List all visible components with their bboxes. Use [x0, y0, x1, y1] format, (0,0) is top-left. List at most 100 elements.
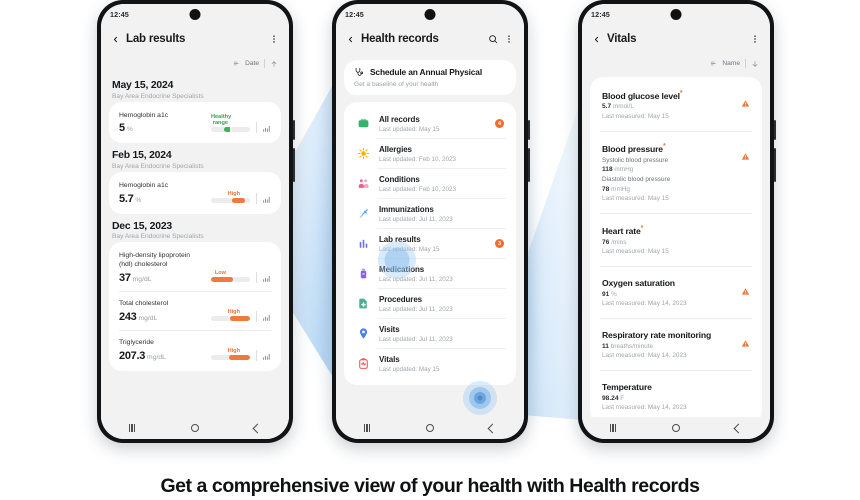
- lab-result-gauge-wrap: High: [211, 191, 250, 205]
- lab-result-info: Hemoglobin a1c 5%: [119, 112, 205, 135]
- record-category-row[interactable]: Allergies Last updated: Feb 10, 2023: [354, 139, 506, 168]
- lab-result-card[interactable]: Hemoglobin a1c 5% Healthy range: [109, 101, 281, 144]
- chevron-left-icon[interactable]: [592, 35, 601, 44]
- more-vertical-icon[interactable]: [269, 34, 279, 44]
- lab-result-unit: mg/dL: [147, 354, 166, 362]
- recents-icon[interactable]: [363, 424, 371, 432]
- stethoscope-icon: [354, 67, 364, 77]
- sort-controls[interactable]: Date: [101, 54, 289, 73]
- vital-row[interactable]: Heart rate* 76 /mins Last measured: May 15: [600, 219, 752, 261]
- vital-row[interactable]: Blood glucose level* 5.7 mmol/L Last measu…: [600, 84, 752, 126]
- recents-icon[interactable]: [128, 424, 136, 432]
- gauge-fill: [229, 316, 250, 322]
- home-icon[interactable]: [425, 423, 435, 433]
- lab-result-value: 5.7: [119, 192, 134, 205]
- vital-name: Heart rate: [602, 226, 641, 237]
- lab-result-card[interactable]: High-density lipoprotein (hdl) cholester…: [109, 242, 281, 372]
- vital-row[interactable]: Temperature 98.24 F Last measured: May 14,…: [600, 376, 752, 417]
- vital-row[interactable]: Respiratory rate monitoring 11 breaths/mi…: [600, 324, 752, 365]
- back-icon[interactable]: [733, 423, 744, 433]
- record-category-list[interactable]: All records Last updated: May 15 4 Allergie…: [344, 102, 516, 385]
- vital-row[interactable]: Oxygen saturation 91 % Last measured: May …: [600, 272, 752, 313]
- bar-chart-icon[interactable]: [262, 352, 271, 361]
- lab-results-list[interactable]: May 15, 2024 Bay Area Endocrine Specialis…: [101, 73, 289, 417]
- record-category-name: Medications: [379, 264, 425, 274]
- more-vertical-icon[interactable]: [504, 34, 514, 44]
- record-category-row[interactable]: Medications Last updated: Jul 11, 2023: [354, 259, 506, 288]
- home-icon[interactable]: [671, 423, 681, 433]
- procedures-icon: [356, 296, 371, 311]
- status-bar: 12:45: [582, 4, 770, 24]
- record-category-row[interactable]: Conditions Last updated: Feb 10, 2023: [354, 169, 506, 198]
- volume-button[interactable]: [293, 148, 295, 182]
- lab-result-trend[interactable]: [256, 350, 271, 362]
- android-nav-bar: [336, 417, 524, 439]
- record-category-row[interactable]: Immunizations Last updated: Jul 11, 2023: [354, 199, 506, 228]
- lab-result-row[interactable]: Hemoglobin a1c 5.7% High: [119, 179, 271, 207]
- volume-button[interactable]: [528, 148, 530, 182]
- lab-result-row[interactable]: Hemoglobin a1c 5% Healthy range: [119, 109, 271, 137]
- sort-icon[interactable]: [710, 60, 717, 67]
- vital-row[interactable]: Blood pressure* Systolic blood pressure 11…: [600, 137, 752, 208]
- vitals-list[interactable]: Blood glucose level* 5.7 mmol/L Last measu…: [590, 77, 762, 417]
- lab-result-value-wrap: 207.3 mg/dL: [119, 350, 205, 362]
- lab-result-trend[interactable]: [256, 272, 271, 284]
- record-category-row[interactable]: Visits Last updated: Jul 11, 2023: [354, 319, 506, 348]
- warning-triangle-icon: [741, 99, 750, 108]
- lab-result-trend[interactable]: [256, 311, 271, 323]
- recents-icon[interactable]: [609, 424, 617, 432]
- bar-chart-icon[interactable]: [262, 124, 271, 133]
- vital-name: Blood pressure: [602, 143, 663, 154]
- sort-icon[interactable]: [233, 60, 240, 67]
- volume-button[interactable]: [774, 148, 776, 182]
- chevron-left-icon[interactable]: [111, 35, 120, 44]
- lab-result-value: 37: [119, 272, 131, 285]
- warning-triangle-icon: [741, 152, 750, 161]
- lab-result-trend[interactable]: [256, 122, 271, 134]
- bar-chart-icon[interactable]: [262, 313, 271, 322]
- search-icon[interactable]: [488, 34, 498, 44]
- power-button[interactable]: [293, 120, 295, 140]
- arrow-up-icon[interactable]: [270, 60, 278, 68]
- record-category-row[interactable]: Procedures Last updated: Jul 11, 2023: [354, 289, 506, 318]
- gauge-fill: [211, 277, 234, 283]
- promo-card[interactable]: Schedule an Annual Physical Get a baseli…: [344, 60, 516, 95]
- screen-vitals: 12:45 Vitals Name Blood glucose level* 5…: [582, 4, 770, 439]
- sort-divider: [745, 59, 746, 68]
- lab-result-row[interactable]: Triglyceride 207.3 mg/dL High: [119, 336, 271, 364]
- record-category-name: Procedures: [379, 294, 423, 304]
- back-icon[interactable]: [252, 423, 263, 433]
- lab-result-range-tag: High: [227, 309, 240, 316]
- promo-composition: 12:45 Lab results Date May 15, 2024 Bay …: [0, 0, 860, 500]
- record-category-row[interactable]: Vitals Last updated: May 15: [354, 349, 506, 378]
- more-vertical-icon[interactable]: [750, 34, 760, 44]
- lab-result-name: High-density lipoprotein (hdl) cholester…: [119, 252, 191, 269]
- lab-result-card[interactable]: Hemoglobin a1c 5.7% High: [109, 171, 281, 214]
- record-category-updated: Last updated: Jul 11, 2023: [379, 305, 453, 313]
- record-category-row[interactable]: Lab results Last updated: May 15 3: [354, 229, 506, 258]
- android-nav-bar: [582, 417, 770, 439]
- page-title: Vitals: [607, 33, 637, 45]
- bar-chart-icon[interactable]: [262, 195, 271, 204]
- arrow-down-icon[interactable]: [751, 60, 759, 68]
- trend-divider: [256, 311, 257, 323]
- power-button[interactable]: [528, 120, 530, 140]
- sort-label[interactable]: Date: [245, 60, 259, 67]
- lab-result-gauge: [211, 355, 250, 361]
- record-category-row[interactable]: All records Last updated: May 15 4: [354, 109, 506, 138]
- vitals-scroll[interactable]: Blood glucose level* 5.7 mmol/L Last measu…: [582, 73, 770, 417]
- lab-result-unit: mg/dL: [138, 315, 158, 323]
- lab-result-gauge-wrap: Healthy range: [211, 114, 250, 134]
- power-button[interactable]: [774, 120, 776, 140]
- lab-result-row[interactable]: Total cholesterol 243 mg/dL High: [119, 297, 271, 325]
- back-icon[interactable]: [487, 423, 498, 433]
- lab-result-trend[interactable]: [256, 192, 271, 205]
- bar-chart-icon[interactable]: [262, 274, 271, 283]
- home-icon[interactable]: [190, 423, 200, 433]
- chevron-left-icon[interactable]: [346, 35, 355, 44]
- sort-label[interactable]: Name: [722, 60, 740, 67]
- lab-result-row[interactable]: High-density lipoprotein (hdl) cholester…: [119, 249, 271, 286]
- vital-reading-unit: breaths/minute: [610, 342, 654, 350]
- sort-controls[interactable]: Name: [582, 54, 770, 73]
- health-records-scroll[interactable]: Schedule an Annual Physical Get a baseli…: [336, 54, 524, 417]
